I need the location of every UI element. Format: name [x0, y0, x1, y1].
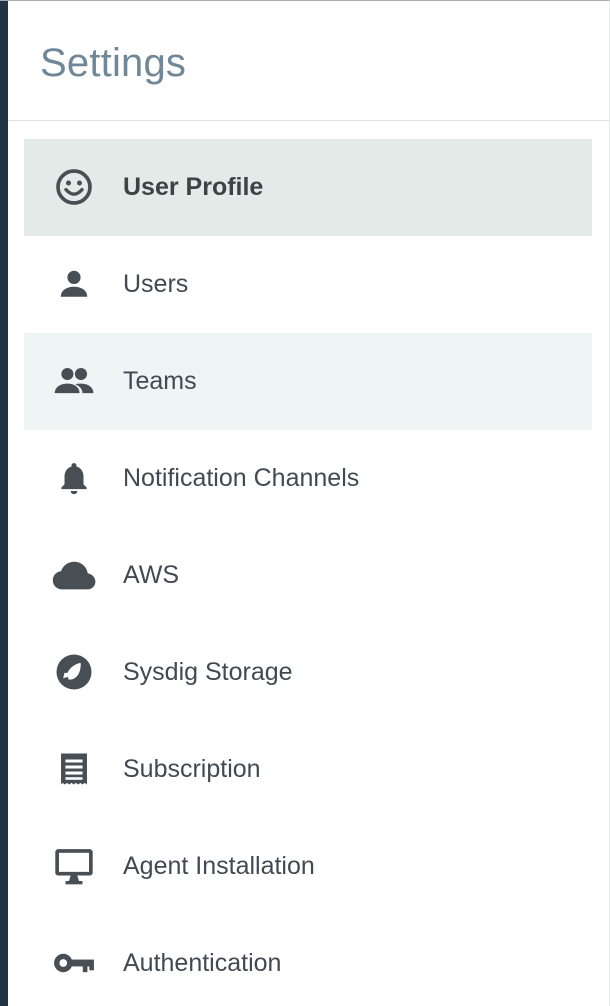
- menu-item-subscription[interactable]: Subscription: [24, 721, 592, 818]
- menu-item-label: Agent Installation: [123, 852, 315, 880]
- menu-item-label: Users: [123, 270, 189, 298]
- menu-item-teams[interactable]: Teams: [24, 333, 592, 430]
- smiley-face-icon: [50, 163, 98, 211]
- menu-item-users[interactable]: Users: [24, 236, 592, 333]
- menu-item-label: User Profile: [123, 173, 264, 201]
- desktop-monitor-icon: [50, 842, 98, 890]
- bell-icon: [50, 454, 98, 502]
- menu-item-label: Authentication: [123, 949, 282, 977]
- app-sidebar-rail: [0, 1, 8, 1006]
- people-group-icon: [50, 357, 98, 405]
- settings-panel: Settings User Profile Users Teams Notifi…: [0, 0, 610, 1006]
- menu-item-label: Sysdig Storage: [123, 658, 293, 686]
- cloud-icon: [50, 551, 98, 599]
- storage-logo-icon: [50, 648, 98, 696]
- menu-item-label: Teams: [123, 367, 197, 395]
- menu-item-label: Notification Channels: [123, 464, 360, 492]
- menu-item-label: Subscription: [123, 755, 261, 783]
- person-icon: [50, 260, 98, 308]
- settings-header: Settings: [8, 1, 609, 121]
- menu-item-aws[interactable]: AWS: [24, 527, 592, 624]
- menu-item-agent-installation[interactable]: Agent Installation: [24, 818, 592, 915]
- menu-item-sysdig-storage[interactable]: Sysdig Storage: [24, 624, 592, 721]
- settings-menu: User Profile Users Teams Notification Ch…: [24, 139, 592, 1006]
- menu-item-authentication[interactable]: Authentication: [24, 915, 592, 1006]
- key-icon: [50, 939, 98, 987]
- menu-item-notification-channels[interactable]: Notification Channels: [24, 430, 592, 527]
- receipt-icon: [50, 745, 98, 793]
- page-title: Settings: [40, 41, 187, 85]
- menu-item-label: AWS: [123, 561, 180, 589]
- menu-item-user-profile[interactable]: User Profile: [24, 139, 592, 236]
